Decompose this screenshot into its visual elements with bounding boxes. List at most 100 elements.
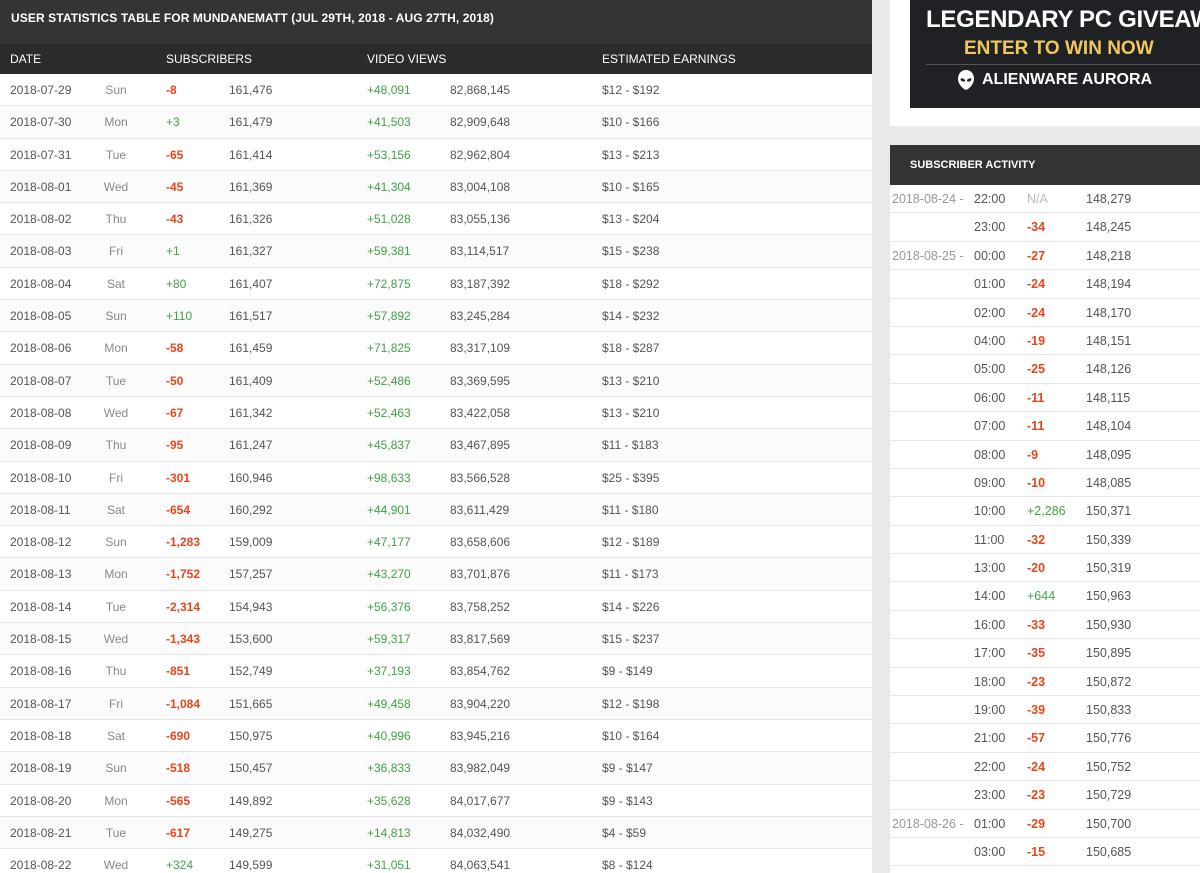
row-weekday: Sat <box>106 276 125 291</box>
activity-row: 09:00 -10 148,085 <box>890 469 1200 498</box>
table-row: 2018-08-19 Sun -518 150,457 +36,833 83,982,04… <box>0 752 872 785</box>
activity-change: -23 <box>1027 788 1046 803</box>
activity-time: 18:00 <box>974 674 1006 689</box>
activity-time: 01:00 <box>974 816 1006 831</box>
table-row: 2018-08-06 Mon -58 161,459 +71,825 83,317,109… <box>0 332 872 365</box>
row-subscriber-total: 149,599 <box>229 858 273 873</box>
activity-time: 23:00 <box>974 788 1006 803</box>
activity-total: 150,776 <box>1086 731 1132 746</box>
row-view-total: 83,467,895 <box>450 438 511 453</box>
row-weekday: Sat <box>106 728 125 743</box>
row-view-change: +71,825 <box>367 341 411 356</box>
activity-total: 148,104 <box>1086 419 1132 434</box>
table-row: 2018-08-13 Mon -1,752 157,257 +43,270 83,701,… <box>0 558 872 591</box>
row-view-change: +44,901 <box>367 502 411 517</box>
row-subscriber-total: 161,327 <box>229 244 273 259</box>
activity-total: 150,729 <box>1086 788 1132 803</box>
row-date: 2018-07-31 <box>10 147 72 162</box>
row-estimated-earnings: $14 - $226 <box>602 599 660 614</box>
row-view-total: 83,114,517 <box>450 244 510 259</box>
row-weekday: Tue <box>105 825 127 840</box>
row-date: 2018-08-19 <box>10 761 72 776</box>
row-weekday: Wed <box>103 632 129 647</box>
row-view-change: +98,633 <box>367 470 411 485</box>
row-estimated-earnings: $13 - $210 <box>602 405 660 420</box>
row-date: 2018-08-06 <box>10 341 72 356</box>
row-weekday: Wed <box>103 179 129 194</box>
row-view-change: +35,628 <box>367 793 411 808</box>
row-estimated-earnings: $8 - $124 <box>602 858 653 873</box>
activity-row: 18:00 -23 150,872 <box>890 668 1200 697</box>
user-statistics-panel: USER STATISTICS TABLE FOR MUNDANEMATT (J… <box>0 0 872 873</box>
activity-row: 13:00 -20 150,319 <box>890 554 1200 583</box>
activity-time: 14:00 <box>974 589 1006 604</box>
row-subscriber-change: -43 <box>166 212 184 227</box>
table-row: 2018-08-14 Tue -2,314 154,943 +56,376 83,758,… <box>0 590 872 624</box>
activity-time: 13:00 <box>974 561 1006 576</box>
activity-row: 03:00 -15 150,685 <box>890 838 1200 867</box>
row-estimated-earnings: $11 - $183 <box>602 438 659 453</box>
row-subscriber-change: +3 <box>166 115 180 130</box>
table-row: 2018-08-05 Sun +110 161,517 +57,892 83,245,28… <box>0 300 872 333</box>
row-view-total: 83,658,606 <box>450 535 511 550</box>
row-subscriber-total: 149,892 <box>229 793 273 808</box>
row-view-change: +49,458 <box>367 696 411 711</box>
row-weekday: Mon <box>104 793 128 808</box>
row-date: 2018-08-07 <box>10 373 72 388</box>
activity-date: 2018-08-24 - <box>892 192 964 206</box>
row-view-total: 82,909,648 <box>450 115 511 130</box>
row-view-change: +48,091 <box>367 83 411 97</box>
activity-title: SUBSCRIBER ACTIVITY <box>890 145 1200 185</box>
row-view-total: 83,904,220 <box>450 696 511 711</box>
activity-row: 23:00 -23 150,729 <box>890 781 1200 810</box>
row-subscriber-change: -565 <box>166 793 191 808</box>
row-weekday: Sun <box>105 535 127 550</box>
row-weekday: Thu <box>105 664 127 679</box>
row-view-total: 82,868,145 <box>450 83 511 97</box>
row-view-change: +41,304 <box>367 179 411 194</box>
row-view-change: +31,051 <box>367 858 411 873</box>
table-row: 2018-08-12 Sun -1,283 159,009 +47,177 83,658,… <box>0 526 872 559</box>
table-row: 2018-07-31 Tue -65 161,414 +53,156 82,962,804… <box>0 138 872 171</box>
row-subscriber-total: 153,600 <box>229 632 273 647</box>
activity-time: 11:00 <box>974 532 1005 547</box>
activity-time: 06:00 <box>974 390 1006 405</box>
activity-row: 22:00 -24 150,752 <box>890 753 1200 782</box>
activity-change: N/A <box>1027 192 1048 206</box>
activity-total: 150,319 <box>1086 561 1132 576</box>
table-row: 2018-08-03 Fri +1 161,327 +59,381 83,114,517 $… <box>0 235 872 268</box>
row-weekday: Sun <box>105 83 127 97</box>
giveaway-ad-banner[interactable]: LEGENDARY PC GIVEAWAY ENTER TO WIN NOW A… <box>910 0 1200 108</box>
table-row: 2018-08-20 Mon -565 149,892 +35,628 84,017,67… <box>0 784 872 817</box>
activity-total: 148,170 <box>1086 305 1132 320</box>
row-subscriber-total: 159,009 <box>229 535 273 550</box>
row-date: 2018-08-18 <box>10 728 72 743</box>
table-row: 2018-08-11 Sat -654 160,292 +44,901 83,611,42… <box>0 493 872 527</box>
row-estimated-earnings: $13 - $210 <box>602 373 660 388</box>
row-subscriber-change: +80 <box>166 276 187 291</box>
row-subscriber-change: -50 <box>166 373 184 388</box>
row-view-change: +59,317 <box>367 632 411 647</box>
row-weekday: Sat <box>106 502 125 517</box>
activity-total: 150,895 <box>1086 646 1132 661</box>
row-weekday: Thu <box>105 438 127 453</box>
row-view-total: 83,854,762 <box>450 664 511 679</box>
activity-total: 148,095 <box>1086 447 1132 462</box>
table-body: 2018-07-29 Sun -8 161,476 +48,091 82,868,145 $… <box>0 74 872 873</box>
activity-total: 150,930 <box>1086 617 1132 632</box>
row-subscriber-change: +110 <box>166 309 193 324</box>
row-subscriber-change: -690 <box>166 728 191 743</box>
activity-time: 22:00 <box>974 192 1006 206</box>
column-header-earnings: ESTIMATED EARNINGS <box>602 52 736 66</box>
activity-change: -25 <box>1027 362 1046 377</box>
row-subscriber-change: -95 <box>166 438 184 453</box>
row-estimated-earnings: $15 - $238 <box>602 244 660 259</box>
row-date: 2018-08-20 <box>10 793 72 808</box>
row-subscriber-total: 161,517 <box>229 309 273 324</box>
row-estimated-earnings: $12 - $198 <box>602 696 660 711</box>
row-subscriber-total: 151,665 <box>229 696 273 711</box>
activity-time: 10:00 <box>974 504 1006 519</box>
activity-total: 148,218 <box>1086 248 1132 263</box>
activity-row: 16:00 -33 150,930 <box>890 611 1200 640</box>
row-subscriber-change: -58 <box>166 341 184 356</box>
